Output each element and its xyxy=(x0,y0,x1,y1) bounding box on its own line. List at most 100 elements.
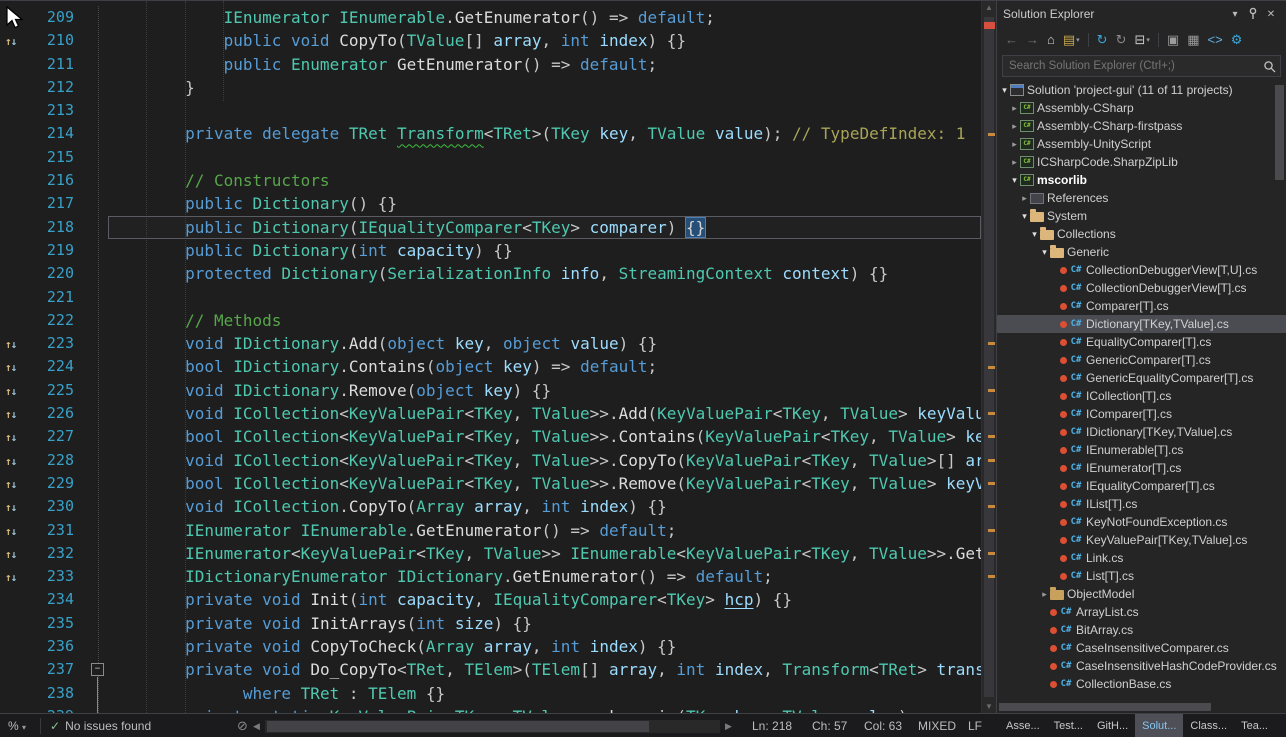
panel-tab[interactable]: Class... xyxy=(1183,714,1234,737)
expander-icon[interactable]: ▾ xyxy=(1009,175,1020,186)
expander-icon[interactable]: ▸ xyxy=(1039,589,1050,600)
tree-item[interactable]: ▾Solution 'project-gui' (11 of 11 projec… xyxy=(997,81,1286,99)
code-line[interactable]: public Enumerator GetEnumerator() => def… xyxy=(108,53,981,76)
tree-item[interactable]: C#List[T].cs xyxy=(997,567,1286,585)
code-line[interactable]: bool IDictionary.Contains(object key) =>… xyxy=(108,355,981,378)
scroll-down-icon[interactable]: ▼ xyxy=(982,702,996,711)
implements-icon[interactable]: ↑↓ xyxy=(5,520,16,543)
scope-icon[interactable]: ▤▾ xyxy=(1060,31,1083,49)
tree-vertical-scrollbar[interactable] xyxy=(1274,81,1285,699)
line-number[interactable]: 212 xyxy=(30,76,82,99)
scroll-up-icon[interactable]: ▲ xyxy=(982,3,996,12)
line-number[interactable]: 214 xyxy=(30,122,82,145)
code-view-icon[interactable]: <> xyxy=(1205,31,1226,49)
code-line[interactable]: private void InitArrays(int size) {} xyxy=(108,612,981,635)
tree-item[interactable]: C#CollectionBase.cs xyxy=(997,675,1286,693)
tree-item[interactable]: C#IEnumerable[T].cs xyxy=(997,441,1286,459)
collapse-all-icon[interactable]: ⊟▾ xyxy=(1131,31,1152,49)
chevron-down-icon[interactable]: ▾ xyxy=(1226,9,1244,20)
preview-icon[interactable]: ▦ xyxy=(1184,31,1202,49)
code-line[interactable]: where TRet : TElem {} xyxy=(108,682,981,705)
code-line[interactable]: public Dictionary(int capacity) {} xyxy=(108,239,981,262)
tree-item[interactable]: ▸C#Assembly-CSharp xyxy=(997,99,1286,117)
suppress-icon[interactable]: ⊘ xyxy=(237,714,248,737)
panel-tab[interactable]: Solut... xyxy=(1135,714,1183,737)
line-number[interactable]: 227 xyxy=(30,425,82,448)
scroll-left-icon[interactable]: ◀ xyxy=(253,714,260,737)
line-number[interactable]: 210 xyxy=(30,29,82,52)
tree-item[interactable]: ▸C#Assembly-UnityScript xyxy=(997,135,1286,153)
tree-item[interactable]: C#IEnumerator[T].cs xyxy=(997,459,1286,477)
implements-icon[interactable]: ↑↓ xyxy=(5,473,16,496)
tree-item[interactable]: C#GenericEqualityComparer[T].cs xyxy=(997,369,1286,387)
scrollbar-thumb[interactable] xyxy=(1275,85,1284,180)
implements-icon[interactable]: ↑↓ xyxy=(5,30,16,53)
tree-item[interactable]: C#ArrayList.cs xyxy=(997,603,1286,621)
implements-icon[interactable]: ↑↓ xyxy=(5,450,16,473)
line-number[interactable]: 236 xyxy=(30,635,82,658)
tree-item[interactable]: C#KeyValuePair[TKey,TValue].cs xyxy=(997,531,1286,549)
code-area[interactable]: IEnumerator IEnumerable.GetEnumerator() … xyxy=(108,1,981,713)
tree-item[interactable]: C#BitArray.cs xyxy=(997,621,1286,639)
tree-item[interactable]: ▸C#Assembly-CSharp-firstpass xyxy=(997,117,1286,135)
line-number[interactable]: 238 xyxy=(30,682,82,705)
expander-icon[interactable]: ▸ xyxy=(1009,103,1020,114)
tree-item[interactable]: ▾Collections xyxy=(997,225,1286,243)
tree-item[interactable]: C#ICollection[T].cs xyxy=(997,387,1286,405)
code-line[interactable]: void IDictionary.Add(object key, object … xyxy=(108,332,981,355)
forward-icon[interactable]: → xyxy=(1023,31,1042,49)
expander-icon[interactable]: ▸ xyxy=(1009,121,1020,132)
code-line[interactable]: void ICollection<KeyValuePair<TKey, TVal… xyxy=(108,402,981,425)
line-number[interactable]: 215 xyxy=(30,146,82,169)
code-line[interactable] xyxy=(108,146,981,169)
home-icon[interactable]: ⌂ xyxy=(1044,31,1058,49)
tree-item[interactable]: ▾Generic xyxy=(997,243,1286,261)
editor-horizontal-scrollbar[interactable] xyxy=(265,720,720,733)
code-line[interactable]: void ICollection.CopyTo(Array array, int… xyxy=(108,495,981,518)
line-number[interactable]: 226 xyxy=(30,402,82,425)
code-line[interactable]: void ICollection<KeyValuePair<TKey, TVal… xyxy=(108,449,981,472)
line-number[interactable]: 218 xyxy=(30,216,82,239)
tree-item[interactable]: ▸ObjectModel xyxy=(997,585,1286,603)
implements-icon[interactable]: ↑↓ xyxy=(5,566,16,589)
implements-icon[interactable]: ↑↓ xyxy=(5,543,16,566)
line-number[interactable]: 213 xyxy=(30,99,82,122)
expander-icon[interactable]: ▸ xyxy=(1009,139,1020,150)
code-line[interactable] xyxy=(108,286,981,309)
tree-item[interactable]: C#Dictionary[TKey,TValue].cs xyxy=(997,315,1286,333)
tree-item[interactable]: ▾C#mscorlib xyxy=(997,171,1286,189)
expander-icon[interactable]: ▸ xyxy=(1009,157,1020,168)
editor-vertical-scrollbar[interactable]: ▲ ▼ xyxy=(981,1,996,713)
panel-tab[interactable]: Test... xyxy=(1047,714,1090,737)
refresh-icon[interactable]: ↻ xyxy=(1113,31,1130,49)
line-number[interactable]: 221 xyxy=(30,286,82,309)
line-number[interactable]: 235 xyxy=(30,612,82,635)
line-number[interactable]: 237 xyxy=(30,658,82,681)
implements-icon[interactable]: ↑↓ xyxy=(5,380,16,403)
tree-item[interactable]: C#IEqualityComparer[T].cs xyxy=(997,477,1286,495)
wrench-icon[interactable]: ⚙ xyxy=(1228,31,1246,49)
line-number[interactable]: 223 xyxy=(30,332,82,355)
tree-item[interactable]: ▸C#ICSharpCode.SharpZipLib xyxy=(997,153,1286,171)
line-number[interactable]: 224 xyxy=(30,355,82,378)
code-line[interactable]: private void Do_CopyTo<TRet, TElem>(TEle… xyxy=(108,658,981,681)
code-line[interactable]: protected Dictionary(SerializationInfo i… xyxy=(108,262,981,285)
implements-icon[interactable]: ↑↓ xyxy=(5,426,16,449)
tree-item[interactable]: C#IList[T].cs xyxy=(997,495,1286,513)
scrollbar-thumb[interactable] xyxy=(267,721,649,732)
line-number[interactable]: 219 xyxy=(30,239,82,262)
expander-icon[interactable]: ▸ xyxy=(1019,193,1030,204)
implements-icon[interactable]: ↑↓ xyxy=(5,496,16,519)
expander-icon[interactable]: ▾ xyxy=(1019,211,1030,222)
search-input[interactable] xyxy=(1007,59,1263,73)
code-line[interactable]: IEnumerator IEnumerable.GetEnumerator() … xyxy=(108,6,981,29)
line-number[interactable]: 211 xyxy=(30,53,82,76)
implements-icon[interactable]: ↑↓ xyxy=(5,403,16,426)
line-number[interactable]: 232 xyxy=(30,542,82,565)
code-line[interactable]: private delegate TRet Transform<TRet>(TK… xyxy=(108,122,981,145)
code-line[interactable]: bool ICollection<KeyValuePair<TKey, TVal… xyxy=(108,425,981,448)
document-health-indicator[interactable]: ✓No issues found xyxy=(50,714,151,737)
search-icon[interactable] xyxy=(1263,60,1276,73)
expander-icon[interactable]: ▾ xyxy=(999,85,1010,96)
line-number[interactable]: 209 xyxy=(30,6,82,29)
